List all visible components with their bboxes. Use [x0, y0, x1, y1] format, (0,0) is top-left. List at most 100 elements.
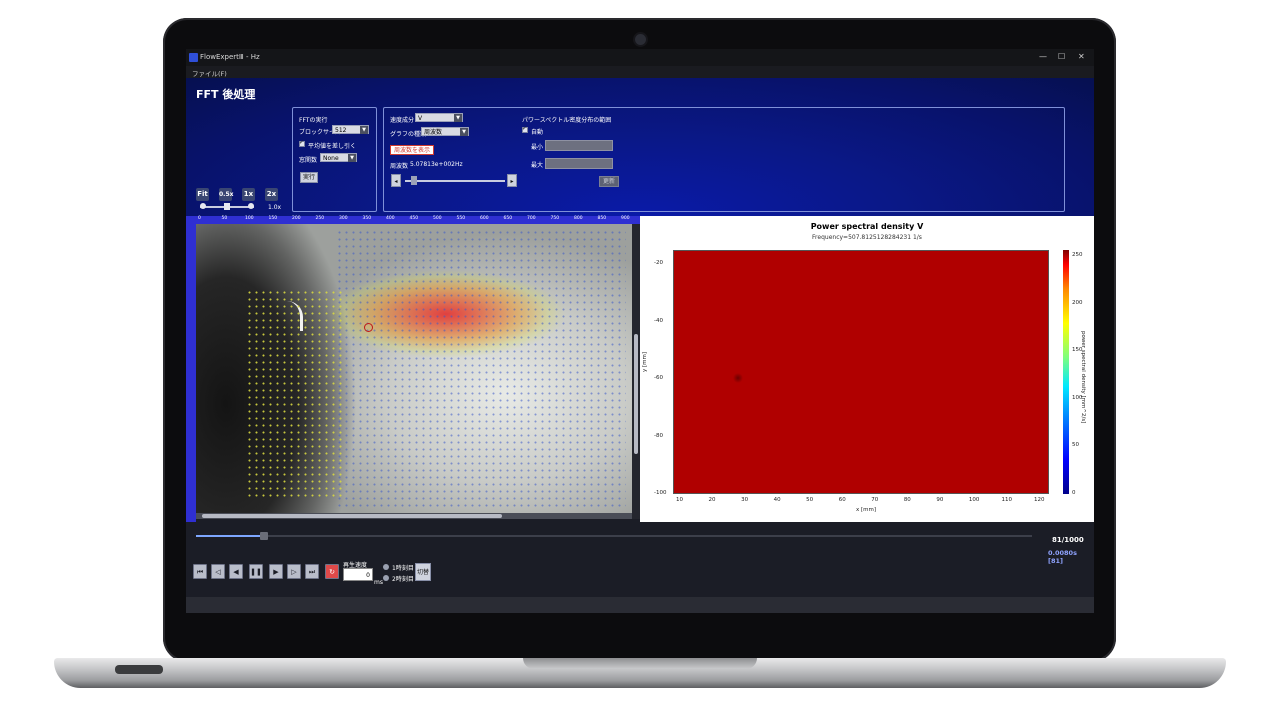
horizontal-ruler: 0 50 100 150 200 250 300 350 400 450 500 550 600 650 7… [186, 216, 640, 224]
close-button[interactable]: ✕ [1078, 52, 1085, 61]
ruler-tick-label: 300 [339, 216, 348, 221]
status-footer [186, 597, 1094, 613]
ruler-tick-label: 800 [574, 216, 583, 221]
y-tick-label: -80 [654, 432, 663, 439]
last-icon: ⏭ [308, 568, 316, 576]
maximize-button[interactable]: ☐ [1058, 52, 1065, 61]
check-icon: ✓ [522, 125, 528, 132]
frequency-slider[interactable] [405, 180, 505, 182]
fft-exec-title: FFTの実行 [299, 117, 328, 124]
second-time-radio[interactable] [383, 575, 389, 581]
scrollbar-thumb[interactable] [202, 514, 502, 518]
y-axis-label: y [mm] [642, 351, 648, 372]
colorbar [1063, 250, 1069, 494]
colorbar-tick-label: 100 [1072, 394, 1083, 401]
frame-counter: 81/1000 [1052, 536, 1084, 544]
frequency-label: 周波数 [390, 163, 409, 170]
x-axis-label: x [mm] [856, 507, 877, 513]
vector-field [336, 229, 626, 509]
graph-type-select[interactable]: 周波数 ▼ [421, 127, 469, 136]
first-time-radio[interactable] [383, 564, 389, 570]
show-frequency-button[interactable]: 周波数を表示 [390, 145, 435, 155]
timeline-thumb[interactable] [259, 532, 268, 540]
window-function-label: 窓関数 [299, 157, 318, 164]
max-input[interactable] [545, 158, 613, 169]
zoom-2x-button[interactable]: 2x [265, 188, 278, 201]
vertical-scrollbar[interactable] [632, 224, 640, 519]
first-frame-button[interactable]: ⏮ [193, 564, 207, 579]
window-title: FlowExpertⅢ - Hz [200, 53, 260, 61]
zoom-fit-button[interactable]: Fit [196, 188, 209, 201]
second-time-label: 2時刻目 [392, 576, 414, 583]
colorbar-tick-label: 250 [1072, 252, 1083, 258]
x-tick-label: 20 [708, 497, 716, 503]
x-tick-label: 100 [968, 497, 980, 503]
next-frame-button[interactable]: ▷ [287, 564, 301, 579]
probe-marker[interactable] [364, 323, 373, 332]
colorbar-tick-label: 150 [1072, 347, 1083, 354]
ruler-tick-label: 150 [268, 216, 278, 221]
window-function-select[interactable]: None ▼ [320, 153, 357, 162]
laptop-port [115, 665, 163, 674]
run-fft-button[interactable]: 実行 [300, 172, 318, 183]
prev-frame-button[interactable]: ◁ [211, 564, 225, 579]
block-size-select[interactable]: 512 ▼ [332, 125, 369, 134]
ruler-tick-label: 650 [503, 216, 513, 221]
minimize-button[interactable]: — [1039, 52, 1047, 61]
window-function-value: None [323, 155, 339, 162]
switch-button[interactable]: 切替 [415, 563, 431, 581]
ruler-tick-label: 450 [409, 216, 419, 221]
ruler-tick-label: 400 [386, 216, 395, 221]
ruler-tick-label: 700 [527, 216, 536, 221]
freq-next-button[interactable]: ▸ [507, 174, 517, 187]
zoom-1x-button[interactable]: 1x [242, 188, 255, 201]
forward-icon: ▷ [291, 568, 297, 576]
plot-subtitle: Frequency=507.8125128284231 1/s [812, 234, 922, 241]
app-screen: FlowExpertⅢ - Hz — ☐ ✕ ファイル(F) FFT 後処理 F… [186, 49, 1094, 613]
horizontal-scrollbar[interactable] [196, 513, 632, 519]
menu-bar: ファイル(F) [186, 66, 1094, 78]
velocity-component-select[interactable]: V ▼ [415, 113, 463, 122]
chevron-left-icon: ◂ [394, 178, 398, 185]
ruler-tick-label: 900 [621, 216, 630, 221]
speed-input[interactable]: 0 [343, 568, 373, 581]
block-size-value: 512 [335, 127, 347, 134]
subtract-mean-label: 平均値を差し引く [308, 143, 357, 150]
chevron-down-icon: ▼ [460, 128, 468, 136]
psd-range-title: パワースペクトル密度分布の範囲 [522, 117, 612, 124]
rewind-button[interactable]: ◀ [229, 564, 243, 579]
zoom-slider-thumb[interactable] [224, 203, 230, 210]
x-tick-label: 120 [1034, 497, 1045, 503]
play-button[interactable]: ▶ [269, 564, 283, 579]
min-input[interactable] [545, 140, 613, 151]
first-icon: ⏮ [196, 568, 204, 576]
colorbar-tick-label: 50 [1072, 442, 1079, 449]
graph-type-value: 周波数 [424, 129, 443, 136]
frequency-value: 5.07813e+002Hz [410, 161, 463, 168]
freq-prev-button[interactable]: ◂ [391, 174, 401, 187]
panel-heading: FFT 後処理 [196, 88, 256, 101]
x-tick-label: 80 [903, 497, 911, 503]
loop-button[interactable]: ↻ [325, 564, 339, 579]
plot-frame [673, 250, 1049, 494]
x-tick-label: 40 [773, 497, 781, 503]
timeline-slider[interactable] [196, 532, 1032, 540]
last-frame-button[interactable]: ⏭ [305, 564, 319, 579]
pause-button[interactable]: ❚❚ [249, 564, 263, 579]
menu-file[interactable]: ファイル(F) [192, 68, 227, 78]
scrollbar-thumb[interactable] [634, 334, 638, 454]
ruler-tick-label: 200 [292, 216, 301, 221]
title-bar: FlowExpertⅢ - Hz — ☐ ✕ [186, 49, 1094, 66]
zoom-0-5x-button[interactable]: 0.5x [219, 188, 234, 201]
rewind-icon: ◀ [233, 568, 239, 576]
update-range-button[interactable]: 更新 [599, 176, 619, 187]
colorbar-tick-label: 200 [1072, 299, 1083, 306]
ruler-tick-label: 100 [245, 216, 254, 221]
graph-settings-group [383, 107, 1065, 212]
vector-points-yellow [246, 289, 346, 499]
min-label: 最小 [531, 144, 544, 151]
x-tick-label: 30 [741, 497, 749, 503]
y-tick-label: -100 [654, 490, 667, 496]
frequency-slider-thumb[interactable] [411, 176, 417, 185]
ruler-tick-label: 850 [597, 216, 607, 221]
